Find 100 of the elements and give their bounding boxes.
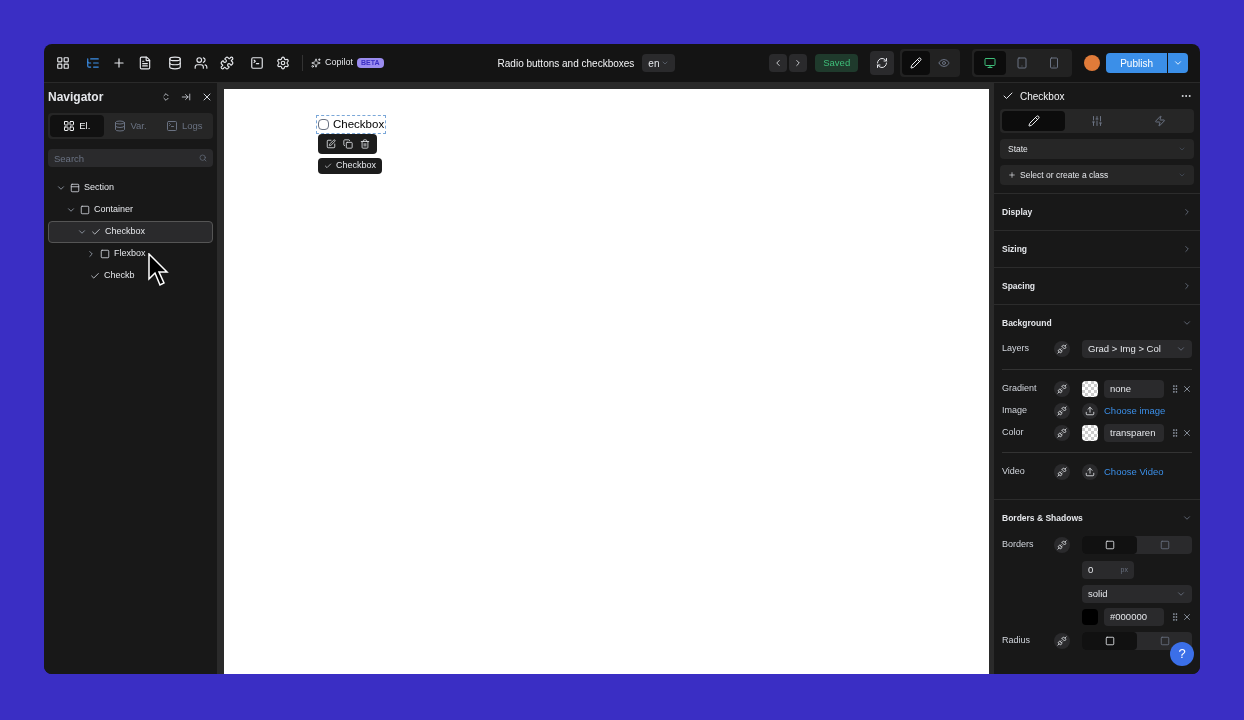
tree-label: Checkb [104, 269, 135, 283]
section-icon [70, 183, 80, 193]
page-title: Radio buttons and checkboxes [497, 56, 635, 71]
puzzle-icon [220, 56, 234, 70]
checkbox-label: Checkbox [333, 117, 385, 132]
property-label: Image [1002, 404, 1027, 418]
copilot-button[interactable]: Copilot [311, 56, 353, 70]
grip-icon [1170, 384, 1180, 394]
publish-menu-button[interactable] [1168, 53, 1188, 73]
element-title: Checkbox [1020, 89, 1065, 104]
tree-item[interactable]: Section [48, 177, 213, 199]
close-icon [1182, 428, 1192, 438]
search-icon [199, 154, 207, 162]
eye-icon [938, 57, 951, 69]
square-icon [1159, 540, 1170, 550]
refresh-icon [876, 57, 889, 69]
sync-button[interactable] [870, 51, 895, 75]
caret-icon [1173, 58, 1183, 68]
all-sides-toggle[interactable] [1082, 632, 1137, 650]
class-select[interactable]: Select or create a class [1000, 165, 1194, 185]
value-field[interactable]: transparen [1104, 424, 1164, 442]
style-tab[interactable] [1002, 111, 1066, 131]
database-icon [168, 56, 182, 70]
search-field[interactable]: Search [48, 149, 213, 167]
caret-icon[interactable] [86, 249, 96, 259]
tree-label: Container [94, 203, 134, 217]
tree-item[interactable]: Checkbox [48, 221, 213, 243]
check-icon [324, 162, 332, 170]
page-icon [138, 56, 152, 70]
caret-icon[interactable] [66, 205, 76, 215]
plug-icon [1057, 467, 1067, 477]
state-select[interactable]: State [1000, 139, 1194, 159]
sliders-icon [1091, 115, 1103, 127]
forward-button[interactable] [789, 54, 808, 72]
caret-icon[interactable] [56, 183, 66, 193]
tree-item[interactable]: Container [48, 199, 213, 221]
caret-icon [1178, 171, 1186, 179]
section-header[interactable]: Display [994, 194, 1200, 230]
tree-label: Section [84, 181, 115, 195]
plug-icon [1057, 406, 1067, 416]
sparkle-icon [311, 58, 321, 68]
pencil-icon [910, 57, 923, 69]
user-avatar[interactable] [1084, 55, 1101, 71]
panel-title: Navigator [48, 89, 104, 106]
saved-status: Saved [815, 54, 859, 72]
desktop-view-button[interactable] [974, 51, 1007, 75]
tree-label: Checkbox [105, 225, 146, 239]
plug-icon [1057, 384, 1067, 394]
square-icon [80, 205, 90, 215]
phone-icon [1048, 57, 1061, 69]
close-icon [201, 91, 213, 103]
caret-icon [661, 59, 670, 67]
section-header[interactable]: Borders & Shadows [994, 500, 1200, 536]
grip-icon [1170, 428, 1180, 438]
edit-mode-button[interactable] [902, 51, 931, 75]
transparent-swatch[interactable] [1082, 381, 1098, 397]
color-swatch[interactable] [1082, 609, 1098, 625]
edit-icon [325, 139, 336, 149]
add-icon [112, 56, 126, 70]
tree-item[interactable]: Checkb [48, 265, 213, 287]
property-label: Color [1002, 426, 1024, 440]
select-field[interactable]: solid [1082, 585, 1192, 603]
caret-icon[interactable] [77, 227, 87, 237]
plug-icon [1057, 540, 1067, 550]
checkbox[interactable] [318, 119, 329, 131]
section-header[interactable]: Spacing [994, 268, 1200, 304]
terminal-icon [250, 56, 264, 70]
section-header[interactable]: Background [994, 305, 1200, 341]
tree-item[interactable]: Flexbox [48, 243, 213, 265]
square-icon [1104, 636, 1115, 646]
upload-icon [1085, 467, 1095, 477]
navigator-icon [86, 56, 100, 70]
upload-link[interactable]: Choose Video [1104, 464, 1164, 480]
select-field[interactable]: Grad > Img > Col [1082, 340, 1192, 358]
dock-icon [181, 92, 191, 102]
apps-icon [56, 56, 70, 70]
property-label: Video [1002, 465, 1025, 479]
plug-icon [1057, 344, 1067, 354]
property-label: Layers [1002, 342, 1029, 356]
close-icon [1182, 612, 1192, 622]
back-button[interactable] [769, 54, 788, 72]
navigator-tab[interactable]: El. [50, 115, 104, 137]
expand-collapse-icon [161, 92, 171, 102]
value-field[interactable]: none [1104, 380, 1164, 398]
all-sides-toggle[interactable] [1082, 536, 1137, 554]
upload-link[interactable]: Choose image [1104, 403, 1166, 419]
transparent-swatch[interactable] [1082, 425, 1098, 441]
duplicate-icon [342, 139, 353, 149]
desktop-icon [984, 57, 997, 69]
close-icon [1182, 384, 1192, 394]
database-icon [114, 120, 127, 132]
settings-icon [276, 56, 290, 70]
square-icon [100, 249, 110, 259]
caret-icon [1176, 589, 1186, 599]
check-icon [1002, 90, 1014, 102]
section-header[interactable]: Sizing [994, 231, 1200, 267]
caret-icon [1178, 145, 1186, 153]
help-button[interactable]: ? [1170, 642, 1194, 666]
locale-select[interactable]: en [642, 54, 676, 72]
value-field[interactable]: #000000 [1104, 608, 1164, 626]
